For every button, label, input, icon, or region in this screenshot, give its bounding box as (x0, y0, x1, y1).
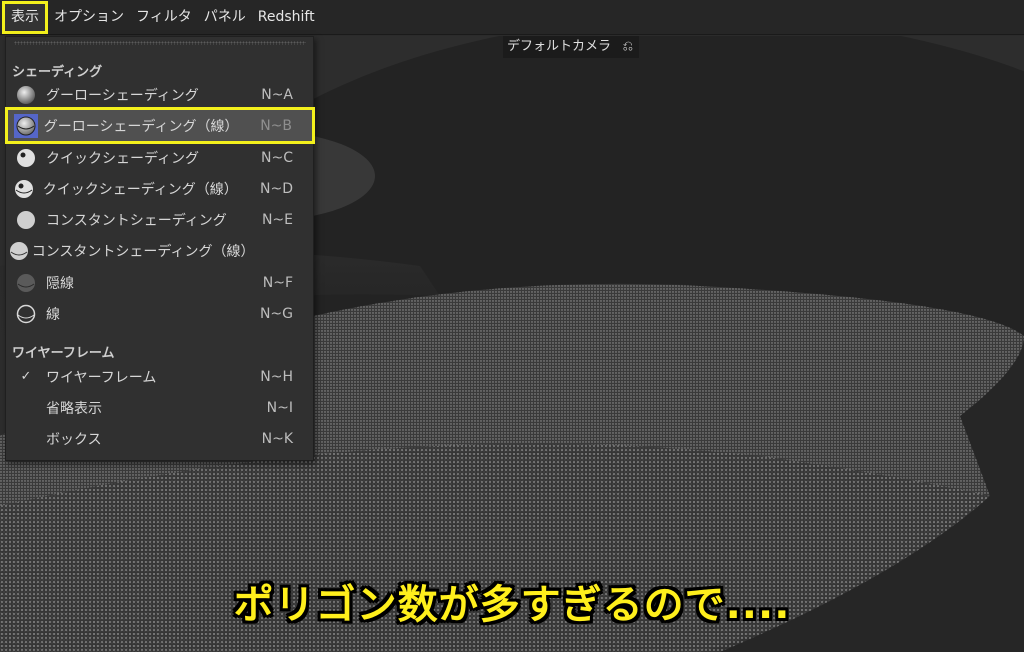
menu-filter[interactable]: フィルタ (130, 0, 198, 35)
menu-display[interactable]: 表示 (2, 0, 48, 34)
camera-label-text: デフォルトカメラ (507, 39, 612, 54)
lines-icon (6, 304, 46, 324)
menu-item-label: 線 (46, 306, 60, 323)
menu-item-lines[interactable]: 線 N~G (6, 298, 313, 329)
caption-overlay: ポリゴン数が多すぎるので.... (233, 582, 791, 628)
menu-item-label: クイックシェーディング (46, 150, 200, 167)
menu-item-label: コンスタントシェーディング (46, 212, 227, 229)
menu-item-label: ボックス (46, 431, 102, 448)
menu-item-abbreviated[interactable]: 省略表示 N~I (6, 392, 313, 423)
menu-item-shortcut: N~K (261, 430, 293, 447)
menu-item-label: 省略表示 (46, 400, 102, 417)
menu-item-shortcut: N~F (262, 274, 293, 291)
gouraud-shading-icon (6, 85, 46, 105)
menu-item-quick-lines[interactable]: クイックシェーディング（線） N~D (6, 173, 313, 204)
gouraud-lines-icon (8, 113, 44, 138)
menu-item-shortcut: N~A (261, 86, 293, 103)
menu-item-shortcut: N~H (260, 368, 293, 385)
hidden-line-icon (6, 273, 46, 293)
tearoff-grip[interactable] (14, 41, 306, 45)
shading-section-header: シェーディング (12, 65, 103, 80)
menu-item-constant-shading[interactable]: コンスタントシェーディング N~E (6, 204, 313, 235)
menu-item-hidden-line[interactable]: 隠線 N~F (6, 267, 313, 298)
menu-item-wireframe[interactable]: ✓ ワイヤーフレーム N~H (6, 361, 313, 392)
menu-panel[interactable]: パネル (198, 0, 252, 35)
menu-item-label: クイックシェーディング（線） (42, 181, 238, 198)
constant-lines-icon (6, 241, 32, 261)
camera-sync-icon[interactable]: ⎌ (623, 36, 639, 58)
menu-item-quick-shading[interactable]: クイックシェーディング N~C (6, 142, 313, 173)
menu-item-shortcut: N~D (260, 180, 293, 197)
menu-item-shortcut: N~B (260, 117, 292, 134)
display-dropdown-menu: シェーディング グーローシェーディング N~A グーローシェーディング（線） N… (5, 36, 315, 461)
menu-item-shortcut: N~G (259, 305, 293, 322)
camera-label[interactable]: デフォルトカメラ ⎌ (503, 36, 639, 58)
menu-item-label: 隠線 (46, 275, 74, 292)
menu-item-shortcut: N~C (261, 149, 293, 166)
menu-item-gouraud-lines[interactable]: グーローシェーディング（線） N~B (5, 107, 315, 144)
menu-bar: 表示 オプション フィルタ パネル Redshift (0, 0, 1024, 35)
menu-item-constant-lines[interactable]: コンスタントシェーディング（線） (6, 235, 313, 266)
menu-item-label: グーローシェーディング（線） (43, 118, 239, 135)
menu-item-label: グーローシェーディング (46, 87, 199, 104)
constant-shading-icon (6, 210, 46, 230)
menu-item-box[interactable]: ボックス N~K (6, 423, 313, 454)
checkmark-icon: ✓ (20, 369, 32, 384)
menu-item-shortcut: N~I (266, 399, 293, 416)
quick-shading-icon (6, 148, 46, 168)
menu-item-gouraud-shading[interactable]: グーローシェーディング N~A (6, 79, 313, 110)
menu-item-label: コンスタントシェーディング（線） (31, 243, 255, 260)
menu-redshift[interactable]: Redshift (252, 0, 321, 35)
quick-lines-icon (6, 179, 43, 199)
menu-item-shortcut: N~E (261, 211, 293, 228)
wireframe-section-header: ワイヤーフレーム (12, 346, 115, 361)
menu-item-label: ワイヤーフレーム (46, 369, 157, 386)
menu-options[interactable]: オプション (48, 0, 130, 35)
